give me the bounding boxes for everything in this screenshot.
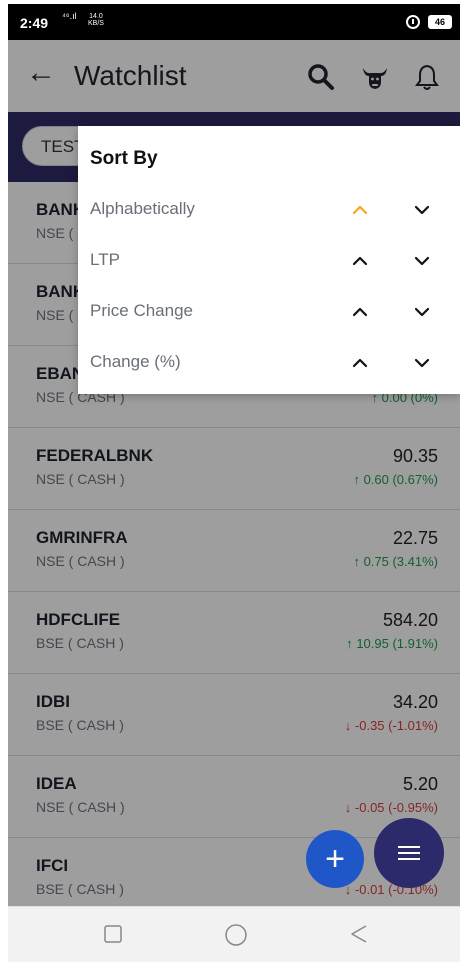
sort-option-label: Price Change <box>90 301 194 320</box>
plus-icon: + <box>325 840 345 878</box>
status-bar: 2:49 ⁴⁶.ıl 14.0 KB/S 46 <box>8 4 460 40</box>
sort-ascending-icon[interactable] <box>350 200 370 220</box>
alarm-icon <box>406 15 420 29</box>
system-nav-bar <box>8 906 460 962</box>
status-time: 2:49 <box>20 15 49 31</box>
sort-descending-icon[interactable] <box>412 353 432 373</box>
back-icon[interactable] <box>348 923 370 945</box>
sort-descending-icon[interactable] <box>412 200 432 220</box>
sort-title: Sort By <box>90 148 158 169</box>
sort-option-change-percent: Change (%) <box>78 339 460 389</box>
screen: 2:49 ⁴⁶.ıl 14.0 KB/S 46 ← Watchlist TEST… <box>0 0 460 962</box>
sort-option-label: Alphabetically <box>90 199 195 218</box>
home-icon[interactable] <box>224 923 248 947</box>
sort-option-ltp: LTP <box>78 237 460 287</box>
signal-icon: ⁴⁶.ıl <box>62 11 77 21</box>
net-speed: 14.0 KB/S <box>88 13 104 27</box>
sort-option-label: LTP <box>90 250 120 269</box>
sort-ascending-icon[interactable] <box>350 251 370 271</box>
sort-descending-icon[interactable] <box>412 302 432 322</box>
sort-option-alphabetically: Alphabetically <box>78 186 460 236</box>
phone-screen: 2:49 ⁴⁶.ıl 14.0 KB/S 46 ← Watchlist TEST… <box>8 4 460 962</box>
sort-ascending-icon[interactable] <box>350 353 370 373</box>
sort-ascending-icon[interactable] <box>350 302 370 322</box>
sort-option-price-change: Price Change <box>78 288 460 338</box>
net-speed-value: 14.0 <box>89 13 103 20</box>
recents-icon[interactable] <box>102 923 124 945</box>
battery-icon: 46 <box>428 15 452 29</box>
add-button[interactable]: + <box>306 830 364 888</box>
net-speed-unit: KB/S <box>88 20 104 27</box>
menu-icon <box>398 846 420 860</box>
sort-descending-icon[interactable] <box>412 251 432 271</box>
sort-option-label: Change (%) <box>90 352 181 371</box>
menu-button[interactable] <box>374 818 444 888</box>
sort-popup: Sort By Alphabetically LTP Price Change … <box>78 126 460 394</box>
